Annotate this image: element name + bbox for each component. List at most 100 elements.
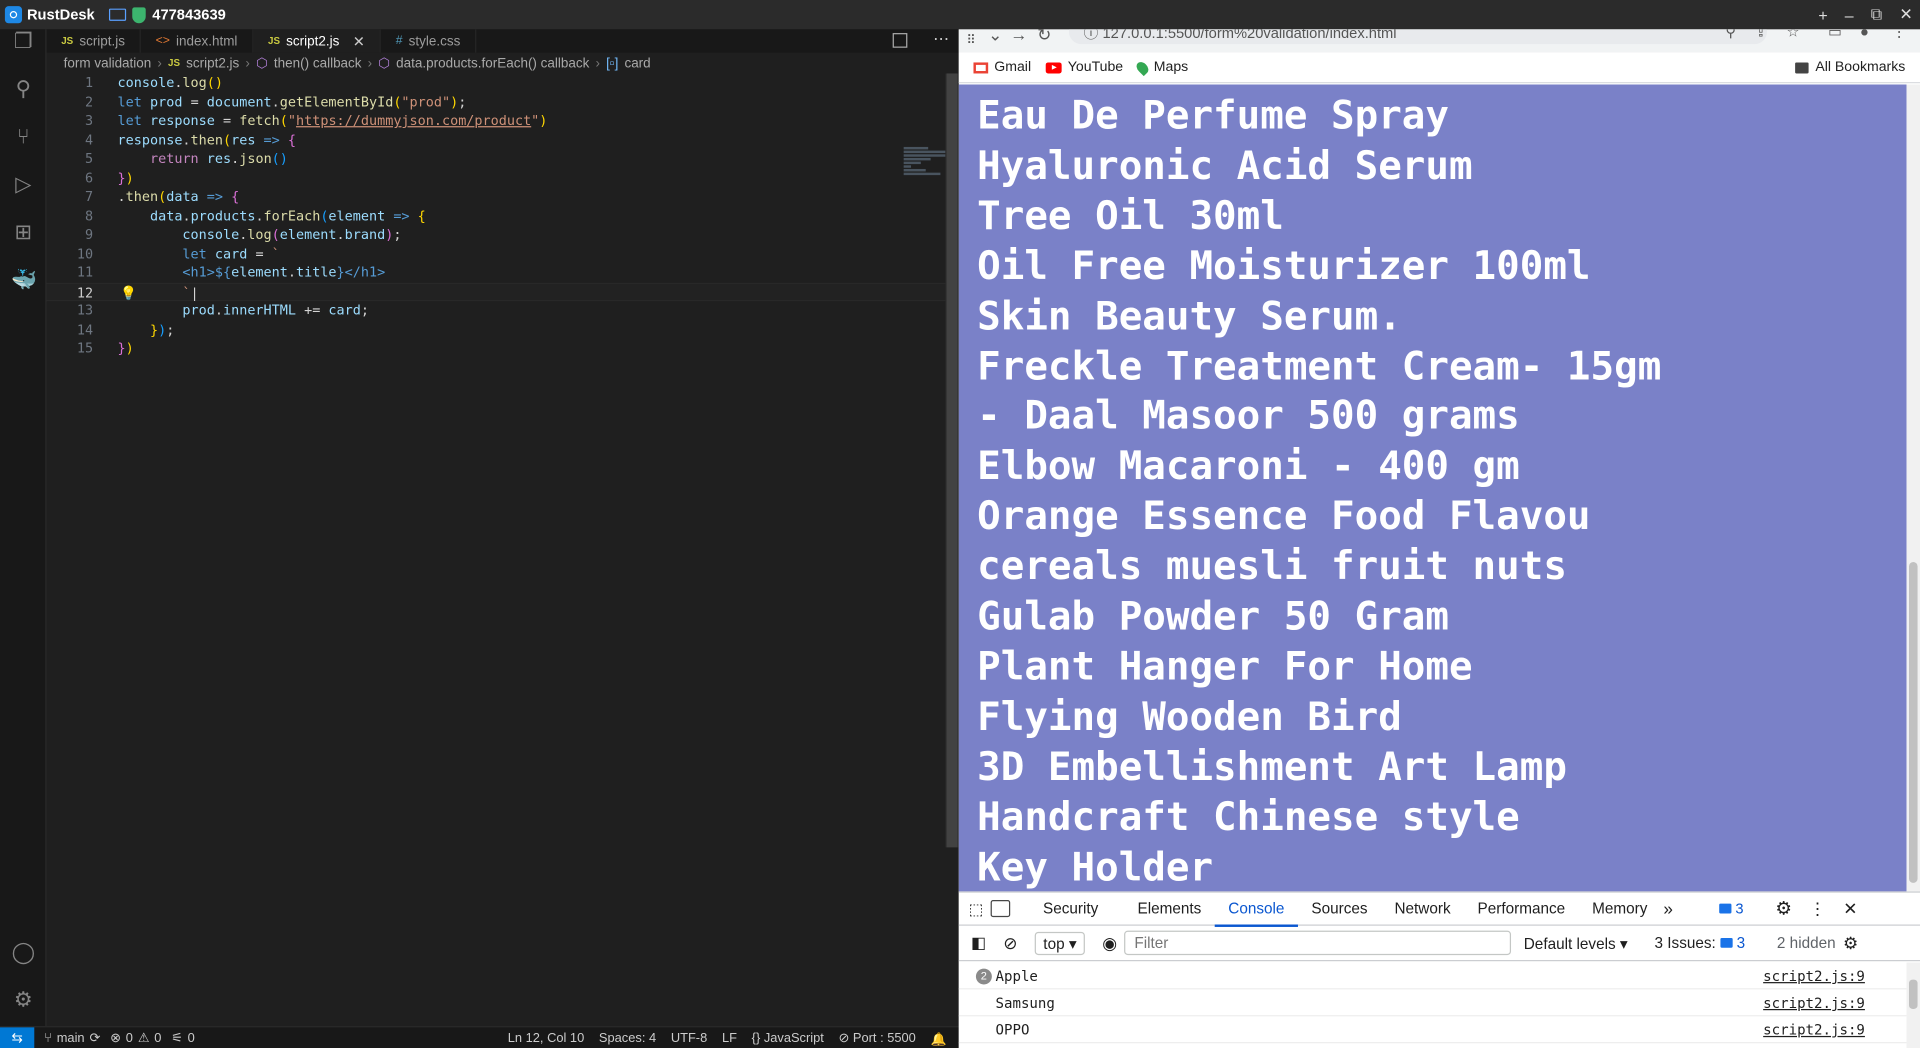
log-source-link[interactable]: script2.js:9: [1763, 989, 1865, 1016]
tab-memory[interactable]: Memory: [1579, 892, 1661, 925]
editor-scrollbar[interactable]: [945, 73, 959, 848]
breadcrumb-card[interactable]: card: [624, 56, 650, 71]
console-message[interactable]: 2 Apple script2.js:9: [958, 962, 1907, 990]
account-icon[interactable]: ◯: [11, 940, 35, 964]
context-selector[interactable]: top ▾: [1034, 931, 1086, 955]
tab-security[interactable]: Security: [1030, 892, 1112, 925]
tab-performance[interactable]: Performance: [1464, 892, 1579, 925]
explorer-icon[interactable]: ❐: [11, 29, 35, 53]
code-line[interactable]: 7 .then(data => {: [47, 187, 947, 206]
tab-script2-js[interactable]: JS script2.js ✕: [253, 29, 382, 53]
code-line[interactable]: 5 return res.json(): [47, 149, 947, 168]
ports-status[interactable]: ⚟ 0: [171, 1030, 195, 1045]
code-line[interactable]: 3 let response = fetch("https://dummyjson…: [47, 111, 947, 130]
console-message[interactable]: OPPO script2.js:9: [958, 1016, 1907, 1044]
encoding[interactable]: UTF-8: [671, 1031, 707, 1046]
breadcrumb-foreach-callback[interactable]: data.products.forEach() callback: [396, 56, 589, 71]
address-bar[interactable]: ⓘ 127.0.0.1:5500/form%20validation/index…: [1068, 29, 1767, 45]
search-icon[interactable]: ⚲: [11, 77, 35, 101]
cursor-position[interactable]: Ln 12, Col 10: [508, 1031, 584, 1046]
console-message[interactable]: Samsung script2.js:9: [958, 989, 1907, 1017]
end-of-line[interactable]: LF: [722, 1031, 737, 1046]
run-debug-icon[interactable]: ▷: [11, 173, 35, 197]
remote-id-label: 477843639: [152, 6, 226, 24]
page-scrollbar[interactable]: [1906, 84, 1920, 892]
side-panel-icon[interactable]: ▭: [1828, 29, 1842, 40]
devtools-close-icon[interactable]: ✕: [1843, 898, 1857, 919]
chrome-menu-icon[interactable]: ⋮: [1892, 29, 1907, 40]
log-source-link[interactable]: script2.js:9: [1763, 1016, 1865, 1043]
code-line[interactable]: 9 console.log(element.brand);: [47, 225, 947, 244]
branch-status[interactable]: ⑂ main ⟳: [44, 1030, 100, 1045]
breadcrumb-then-callback[interactable]: then() callback: [274, 56, 362, 71]
problems-status[interactable]: ⊗ 0 ⚠ 0: [110, 1030, 161, 1045]
tab-network[interactable]: Network: [1381, 892, 1464, 925]
console-settings-gear-icon[interactable]: ⚙: [1843, 932, 1858, 953]
log-source-link[interactable]: script2.js:9: [1763, 962, 1865, 989]
breadcrumb-folder[interactable]: form validation: [64, 56, 152, 71]
issues-count[interactable]: 3 Issues: 3: [1655, 934, 1746, 951]
breadcrumb-file[interactable]: script2.js: [186, 56, 239, 71]
code-line[interactable]: 2 let prod = document.getElementById("pro…: [47, 92, 947, 111]
tab-style-css[interactable]: # style.css: [381, 29, 477, 53]
code-line[interactable]: 14 });: [47, 320, 947, 339]
drag-handle-icon[interactable]: ⠿: [959, 29, 983, 52]
clear-console-icon[interactable]: ⊘: [1003, 932, 1017, 953]
code-line[interactable]: 8 data.products.forEach(element => {: [47, 206, 947, 225]
product-title: cereals muesli fruit nuts: [977, 542, 1567, 590]
inspect-element-icon[interactable]: ⬚: [969, 899, 983, 918]
settings-gear-icon[interactable]: ⚙: [11, 988, 35, 1012]
more-actions-icon[interactable]: ⋯: [933, 29, 949, 49]
devtools-settings-gear-icon[interactable]: ⚙: [1775, 898, 1791, 920]
code-line-current[interactable]: 12 💡 `|: [46, 282, 947, 302]
code-line[interactable]: 4 response.then(res => {: [47, 130, 947, 149]
live-expression-eye-icon[interactable]: ◉: [1102, 932, 1117, 953]
source-control-icon[interactable]: ⑂: [11, 125, 35, 149]
tab-sources[interactable]: Sources: [1298, 892, 1381, 925]
tab-search-icon[interactable]: ⌄: [988, 29, 1002, 45]
code-line[interactable]: 1 console.log(): [47, 73, 947, 92]
live-server-port[interactable]: ⊘ Port : 5500: [839, 1031, 916, 1046]
zoom-icon[interactable]: ⚲: [1725, 29, 1736, 40]
code-editor[interactable]: 1 console.log() 2 let prod = document.getE…: [46, 73, 953, 1026]
devtools-menu-icon[interactable]: ⋮: [1809, 898, 1826, 919]
code-line[interactable]: 6}): [47, 168, 947, 187]
more-tabs-icon[interactable]: »: [1663, 899, 1673, 919]
forward-icon[interactable]: →: [1010, 29, 1027, 44]
code-line[interactable]: 13 prod.innerHTML += card;: [47, 301, 947, 320]
code-line[interactable]: 10 let card = `: [47, 244, 947, 263]
sidebar-toggle-icon[interactable]: ◧: [971, 933, 986, 953]
reload-icon[interactable]: ↻: [1037, 29, 1051, 45]
device-toolbar-icon[interactable]: [990, 900, 1010, 918]
extensions-icon[interactable]: ⊞: [11, 220, 35, 244]
bookmark-star-icon[interactable]: ☆: [1787, 29, 1800, 40]
new-tab-button[interactable]: +: [1818, 6, 1827, 24]
bookmark-maps[interactable]: Maps: [1134, 59, 1188, 76]
code-line[interactable]: 11 <h1>${element.title}</h1>: [47, 263, 947, 282]
all-bookmarks[interactable]: All Bookmarks: [1794, 60, 1905, 75]
indentation[interactable]: Spaces: 4: [599, 1031, 656, 1046]
language-mode[interactable]: {} JavaScript: [752, 1031, 824, 1046]
code-line[interactable]: 15}): [47, 339, 947, 358]
close-tab-icon[interactable]: ✕: [353, 32, 365, 49]
tab-index-html[interactable]: <> index.html: [141, 29, 254, 53]
notifications-bell-icon[interactable]: 🔔: [931, 1030, 947, 1047]
tab-script-js[interactable]: JS script.js: [47, 29, 141, 53]
docker-icon[interactable]: 🐳: [11, 268, 37, 292]
minimize-button[interactable]: –: [1845, 6, 1854, 24]
remote-indicator-icon[interactable]: ⇆: [0, 1026, 35, 1048]
issues-badge[interactable]: 3: [1719, 900, 1744, 917]
split-editor-icon[interactable]: [892, 33, 908, 48]
console-filter-input[interactable]: [1124, 930, 1512, 956]
tab-elements[interactable]: Elements: [1124, 892, 1215, 925]
bookmark-gmail[interactable]: Gmail: [973, 60, 1031, 75]
close-button[interactable]: ✕: [1899, 5, 1912, 25]
log-levels-dropdown[interactable]: Default levels ▾: [1524, 934, 1628, 952]
profile-icon[interactable]: ●: [1860, 29, 1869, 40]
console-scrollbar[interactable]: [1906, 962, 1920, 1048]
restore-button[interactable]: ⧉: [1871, 5, 1882, 25]
tab-console[interactable]: Console: [1214, 892, 1298, 927]
share-icon[interactable]: ⇪: [1755, 29, 1767, 40]
remote-id[interactable]: 477843639: [109, 6, 226, 24]
bookmark-youtube[interactable]: YouTube: [1045, 60, 1123, 75]
